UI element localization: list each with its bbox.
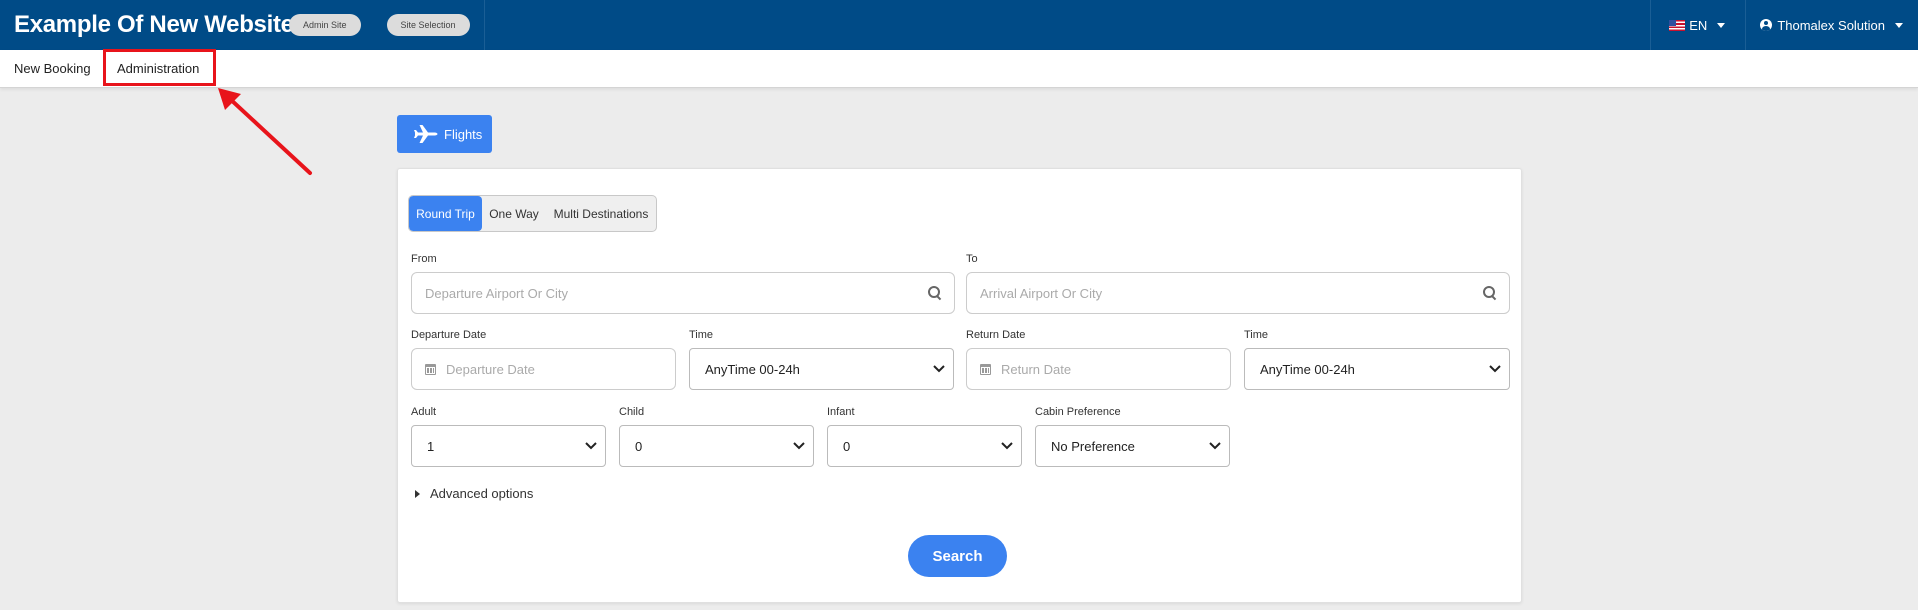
advanced-options-label: Advanced options — [430, 486, 534, 501]
language-selector[interactable]: EN — [1650, 0, 1747, 50]
caret-down-icon — [1717, 22, 1726, 28]
language-label: EN — [1689, 17, 1708, 33]
search-button[interactable]: Search — [908, 535, 1007, 577]
child-value: 0 — [635, 438, 643, 454]
chevron-down-icon — [1489, 363, 1501, 375]
admin-site-button[interactable]: Admin Site — [289, 14, 361, 36]
departure-date-label: Departure Date — [411, 329, 487, 341]
top-right-controls: EN Thomalex Solution — [1650, 0, 1918, 50]
cabin-value: No Preference — [1051, 438, 1135, 454]
child-select[interactable]: 0 — [619, 425, 814, 467]
caret-down-icon — [1895, 22, 1903, 28]
top-bar: Example Of New Website Admin Site Site S… — [0, 0, 1918, 50]
calendar-icon — [425, 363, 436, 375]
trip-one-way[interactable]: One Way — [482, 196, 546, 231]
annotation-highlight-box — [103, 49, 216, 86]
adult-select[interactable]: 1 — [411, 425, 606, 467]
flight-search-card: Round Trip One Way Multi Destinations Fr… — [397, 168, 1522, 603]
departure-time-value: AnyTime 00-24h — [705, 361, 800, 377]
chevron-down-icon — [793, 440, 805, 452]
from-placeholder: Departure Airport Or City — [425, 285, 569, 301]
adult-value: 1 — [427, 438, 435, 454]
return-time-value: AnyTime 00-24h — [1260, 361, 1355, 377]
search-icon — [928, 286, 942, 300]
return-time-label: Time — [1244, 329, 1269, 341]
us-flag-icon — [1669, 19, 1686, 31]
adult-label: Adult — [411, 406, 437, 418]
departure-time-label: Time — [689, 329, 714, 341]
trip-multi-destinations[interactable]: Multi Destinations — [546, 196, 656, 231]
chevron-down-icon — [1209, 440, 1221, 452]
trip-type-toggle: Round Trip One Way Multi Destinations — [408, 195, 657, 232]
chevron-down-icon — [933, 363, 945, 375]
annotation-arrow — [218, 88, 312, 175]
site-selection-wrap: Site Selection — [374, 0, 485, 50]
infant-value: 0 — [843, 438, 851, 454]
trip-round-trip[interactable]: Round Trip — [409, 196, 482, 231]
chevron-down-icon — [1001, 440, 1013, 452]
return-date-input[interactable]: Return Date — [966, 348, 1231, 390]
site-title[interactable]: Example Of New Website — [0, 11, 294, 39]
chevron-down-icon — [585, 440, 597, 452]
child-label: Child — [619, 406, 645, 418]
site-selection-button[interactable]: Site Selection — [386, 14, 470, 36]
airplane-icon — [414, 124, 438, 144]
advanced-options-toggle[interactable]: Advanced options — [415, 486, 533, 501]
flights-tab-label: Flights — [444, 126, 483, 142]
departure-time-select[interactable]: AnyTime 00-24h — [689, 348, 954, 390]
cabin-select[interactable]: No Preference — [1035, 425, 1230, 467]
return-date-placeholder: Return Date — [1001, 361, 1072, 377]
nav-new-booking[interactable]: New Booking — [14, 50, 91, 88]
return-time-select[interactable]: AnyTime 00-24h — [1244, 348, 1510, 390]
user-menu[interactable]: Thomalex Solution — [1746, 0, 1918, 50]
caret-right-icon — [415, 489, 420, 498]
user-name: Thomalex Solution — [1777, 17, 1885, 33]
to-placeholder: Arrival Airport Or City — [980, 285, 1103, 301]
main-nav: New Booking Administration — [0, 50, 1918, 88]
admin-site-wrap: Admin Site — [275, 0, 374, 50]
departure-date-placeholder: Departure Date — [446, 361, 535, 377]
flights-tab[interactable]: Flights — [397, 115, 492, 153]
user-circle-icon — [1760, 19, 1773, 31]
from-input[interactable]: Departure Airport Or City — [411, 272, 955, 314]
calendar-icon — [980, 363, 991, 375]
to-input[interactable]: Arrival Airport Or City — [966, 272, 1510, 314]
infant-select[interactable]: 0 — [827, 425, 1022, 467]
departure-date-input[interactable]: Departure Date — [411, 348, 676, 390]
from-label: From — [411, 253, 437, 265]
infant-label: Infant — [827, 406, 855, 418]
cabin-label: Cabin Preference — [1035, 406, 1121, 418]
search-icon — [1483, 286, 1497, 300]
return-date-label: Return Date — [966, 329, 1026, 341]
to-label: To — [966, 253, 978, 265]
